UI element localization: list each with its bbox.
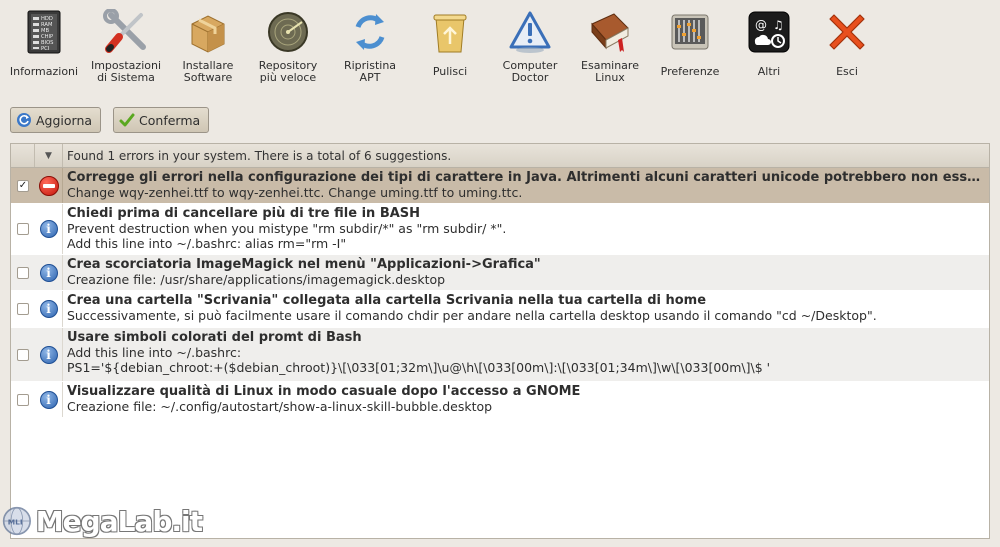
suggestion-description: Creazione file: ~/.config/autostart/show… — [67, 399, 493, 414]
toolbar-computer-doctor-button[interactable]: Computer Doctor — [490, 0, 570, 94]
toolbar-pulisci-button[interactable]: Pulisci — [410, 0, 490, 94]
info-icon: i — [39, 390, 58, 409]
watermark-logo: MLI MegaLab.it — [2, 498, 203, 544]
toolbar-ripristina-button[interactable]: Ripristina APT — [330, 0, 410, 94]
toolbar-informazioni-button[interactable]: HDD RAM MB CHIP BIOS PCI Informazioni — [6, 0, 82, 94]
toolbar-esci-button[interactable]: Esci — [808, 0, 886, 94]
toolbar-esaminare-label: Esaminare Linux — [581, 59, 639, 84]
toolbar-altri-button[interactable]: @ ♫ Altri — [730, 0, 808, 94]
warning-triangle-icon — [505, 8, 555, 56]
toolbar-ripristina-label: Ripristina APT — [343, 59, 397, 84]
suggestions-list[interactable]: ▼ Found 1 errors in your system. There i… — [10, 143, 990, 539]
watermark-badge: MLI — [8, 517, 23, 526]
row-checkbox[interactable] — [17, 393, 29, 406]
suggestion-row[interactable]: i Crea scorciatoria ImageMagick nel menù… — [11, 255, 989, 291]
toolbar-pulisci-label: Pulisci — [432, 65, 468, 78]
svg-text:♫: ♫ — [773, 18, 784, 32]
suggestion-title: Usare simboli colorati del promt di Bash — [67, 330, 362, 345]
row-checkbox[interactable] — [17, 303, 29, 315]
toolbar-repository-label: Repository più veloce — [258, 59, 318, 84]
suggestion-row[interactable]: i Chiedi prima di cancellare più di tre … — [11, 204, 989, 255]
refresh-arrows-icon — [345, 8, 395, 56]
toolbar-altri-label: Altri — [757, 65, 781, 78]
wrench-screwdriver-icon — [101, 8, 151, 56]
widgets-icon: @ ♫ — [744, 8, 794, 56]
toolbar-impostazioni-label: Impostazioni di Sistema — [90, 59, 162, 84]
suggestion-description: Add this line into ~/.bashrc: — [67, 345, 242, 360]
radar-icon — [263, 8, 313, 56]
info-icon: i — [39, 263, 58, 282]
globe-icon: MLI — [2, 506, 31, 536]
close-x-icon — [822, 8, 872, 56]
watermark-text: MegaLab.it — [35, 504, 203, 538]
toolbar-impostazioni-button[interactable]: Impostazioni di Sistema — [82, 0, 170, 94]
sliders-icon — [665, 8, 715, 56]
main-toolbar: HDD RAM MB CHIP BIOS PCI Informazioni Im… — [0, 0, 1000, 96]
row-checkbox[interactable] — [17, 266, 29, 279]
suggestion-row[interactable]: i Crea una cartella "Scrivania" collegat… — [11, 291, 989, 328]
sort-arrow-icon[interactable]: ▼ — [35, 144, 63, 167]
conferma-button[interactable]: Conferma — [113, 107, 210, 133]
svg-text:@: @ — [755, 18, 767, 32]
toolbar-installare-button[interactable]: Installare Software — [170, 0, 246, 94]
package-box-icon — [183, 8, 233, 56]
suggestion-row[interactable]: ✓ Corregge gli errori nella configurazio… — [11, 168, 989, 204]
suggestion-description: Prevent destruction when you mistype "rm… — [67, 221, 507, 236]
header-checkbox-column[interactable] — [11, 144, 35, 167]
toolbar-informazioni-label: Informazioni — [9, 65, 79, 78]
info-icon: i — [39, 345, 58, 364]
aggiorna-label: Aggiorna — [36, 112, 93, 128]
computer-tower-icon: HDD RAM MB CHIP BIOS PCI — [19, 8, 69, 56]
list-summary: Found 1 errors in your system. There is … — [67, 148, 452, 163]
toolbar-esci-label: Esci — [836, 65, 858, 78]
suggestion-title: Corregge gli errori nella configurazione… — [67, 170, 985, 185]
info-icon: i — [39, 300, 58, 318]
suggestion-description: PS1='${debian_chroot:+($debian_chroot)}\… — [67, 360, 771, 375]
toolbar-preferenze-button[interactable]: Preferenze — [650, 0, 730, 94]
suggestion-row[interactable]: i Usare simboli colorati del promt di Ba… — [11, 328, 989, 382]
trash-can-icon — [425, 8, 475, 56]
refresh-icon — [15, 111, 33, 129]
toolbar-preferenze-label: Preferenze — [660, 65, 720, 78]
error-icon — [38, 175, 59, 196]
pci-label: PCI — [41, 46, 50, 52]
suggestion-description: Creazione file: /usr/share/applications/… — [67, 272, 446, 287]
suggestion-description: Successivamente, si può facilmente usare… — [67, 308, 877, 323]
checkmark-icon — [118, 111, 136, 129]
row-checkbox[interactable] — [17, 348, 29, 361]
action-bar: Aggiorna Conferma — [10, 107, 210, 133]
toolbar-esaminare-button[interactable]: Esaminare Linux — [570, 0, 650, 94]
suggestion-row[interactable]: i Visualizzare qualità di Linux in modo … — [11, 382, 989, 418]
row-checkbox[interactable]: ✓ — [17, 179, 29, 192]
toolbar-installare-label: Installare Software — [182, 59, 234, 84]
book-icon — [585, 8, 635, 56]
suggestion-description: Add this line into ~/.bashrc: alias rm="… — [67, 236, 347, 251]
row-checkbox[interactable] — [17, 223, 29, 235]
list-header: ▼ Found 1 errors in your system. There i… — [11, 144, 989, 168]
suggestion-title: Crea scorciatoria ImageMagick nel menù "… — [67, 257, 541, 272]
suggestion-title: Visualizzare qualità di Linux in modo ca… — [67, 384, 581, 399]
toolbar-repository-button[interactable]: Repository più veloce — [246, 0, 330, 94]
toolbar-computer-doctor-label: Computer Doctor — [502, 59, 558, 84]
aggiorna-button[interactable]: Aggiorna — [10, 107, 102, 133]
suggestion-title: Crea una cartella "Scrivania" collegata … — [67, 293, 707, 308]
suggestion-title: Chiedi prima di cancellare più di tre fi… — [67, 206, 421, 221]
conferma-label: Conferma — [139, 112, 201, 128]
info-icon: i — [39, 220, 58, 238]
suggestion-description: Change wqy-zenhei.ttf to wqy-zenhei.ttc.… — [67, 185, 523, 200]
